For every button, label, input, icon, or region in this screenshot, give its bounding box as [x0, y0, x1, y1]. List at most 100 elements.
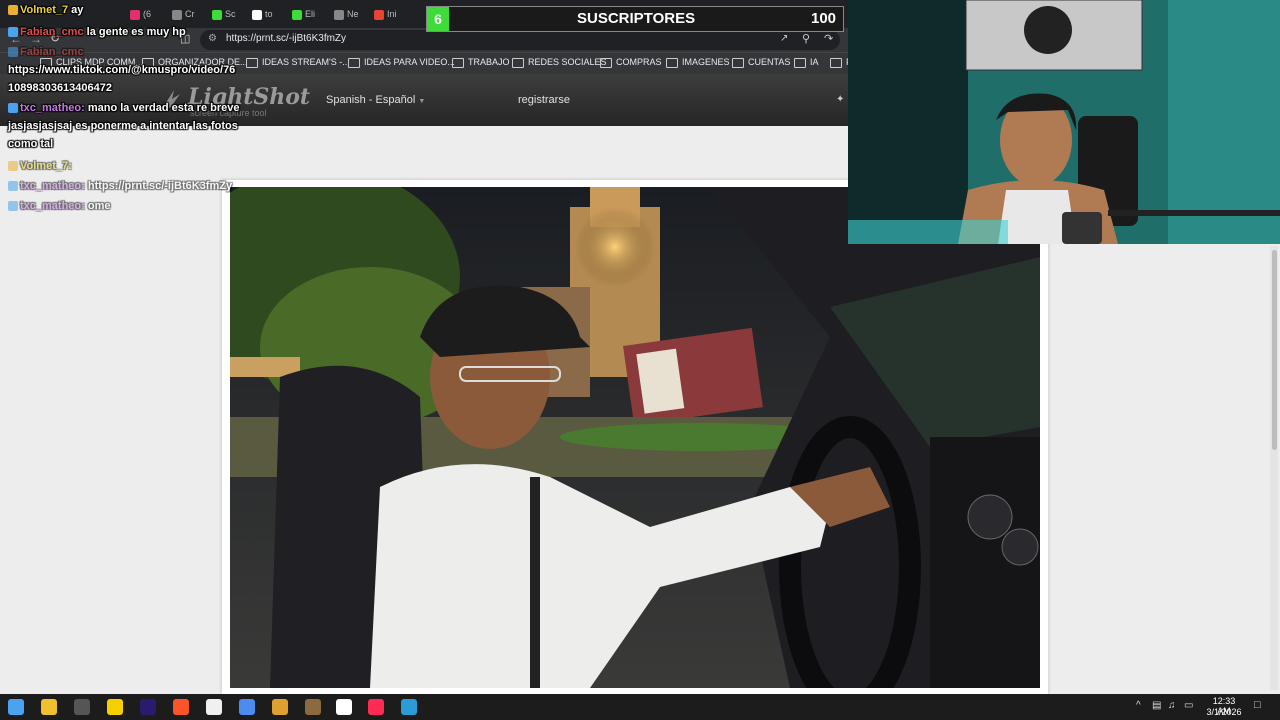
docs-icon[interactable]: [239, 699, 255, 715]
bookmark-item[interactable]: IDEAS PARA VIDEO...: [348, 57, 455, 68]
browser-tab[interactable]: Eli: [292, 4, 315, 24]
bookmark-item[interactable]: CUENTAS: [732, 57, 790, 68]
chat-message: Volmet_7 ay: [8, 4, 83, 16]
notepad-icon[interactable]: [206, 699, 222, 715]
bookmark-item[interactable]: COMPRAS: [600, 57, 662, 68]
user-badge-icon: [8, 201, 18, 212]
folder-icon: [512, 57, 524, 68]
url-text: https://prnt.sc/-ijBt6K3fmZy: [226, 33, 347, 44]
open-external-icon[interactable]: ↗: [780, 33, 788, 44]
folder-icon: [452, 57, 464, 68]
obs-icon[interactable]: [74, 699, 90, 715]
chat-message: Fabian_cmc la gente es muy hp: [8, 26, 186, 38]
bookmark-item[interactable]: IA: [794, 57, 819, 68]
browser-tab[interactable]: Cr: [172, 4, 195, 24]
windows-start-icon[interactable]: [8, 699, 24, 715]
subscriber-label: SUSCRIPTORES: [577, 10, 696, 27]
folder-icon: [830, 57, 842, 68]
chat-username[interactable]: Fabian_cmc: [20, 26, 84, 38]
chat-username[interactable]: Fabian_cmc: [20, 46, 84, 58]
bookmark-item[interactable]: TRABAJO: [452, 57, 510, 68]
chat-text: 10898303613406472: [8, 82, 113, 94]
chat-message: txc_matheo: ome: [8, 200, 110, 212]
network-icon[interactable]: ▤: [1152, 700, 1161, 711]
chat-message: txc_matheo: https://prnt.sc/-ijBt6K3fmZy: [8, 180, 232, 192]
battery-icon[interactable]: ▭: [1184, 700, 1193, 711]
app-orange-icon[interactable]: [272, 699, 288, 715]
user-badge-icon: [8, 5, 18, 16]
bookmark-label: COMPRAS: [616, 57, 662, 67]
chat-text: ay: [71, 4, 84, 16]
bookmark-label: CUENTAS: [748, 57, 791, 67]
clock-date[interactable]: 3/1/2026: [1204, 707, 1244, 717]
user-badge-icon: [8, 103, 18, 114]
browser-tab[interactable]: (6: [130, 4, 151, 24]
site-info-icon[interactable]: ⚙: [208, 33, 217, 44]
language-select[interactable]: Spanish - Español ▼: [326, 94, 425, 106]
scrollbar-thumb[interactable]: [1272, 250, 1277, 450]
user-badge-icon: [8, 47, 18, 58]
chat-username[interactable]: Volmet_7:: [20, 160, 72, 172]
folder-icon: [246, 57, 258, 68]
zoom-icon[interactable]: ⚲: [802, 32, 810, 45]
folder-icon: [794, 57, 806, 68]
browser-globe-icon[interactable]: [401, 699, 417, 715]
chat-message: https://www.tiktok.com/@kmuspro/video/76: [8, 64, 235, 76]
notifications-icon[interactable]: □: [1254, 699, 1261, 711]
folder-icon: [732, 57, 744, 68]
tab-label: Ini: [387, 9, 397, 19]
lightshot-header: LightShot screen capture tool Spanish - …: [0, 74, 848, 126]
url-field[interactable]: ⚙ https://prnt.sc/-ijBt6K3fmZy ↗ ⚲ ↷: [200, 30, 840, 50]
sticky-notes-icon[interactable]: [107, 699, 123, 715]
bookmark-label: IDEAS PARA VIDEO...: [364, 57, 455, 67]
chat-username[interactable]: txc_matheo:: [20, 102, 85, 114]
chat-text: como tal: [8, 138, 54, 150]
capcut-icon[interactable]: [336, 699, 352, 715]
bookmark-label: IDEAS STREAM'S -...: [262, 57, 350, 67]
browser-tab[interactable]: Ne: [334, 4, 359, 24]
tab-label: Cr: [185, 9, 195, 19]
chat-text: https://www.tiktok.com/@kmuspro/video/76: [8, 64, 236, 76]
register-link[interactable]: registrarse: [518, 94, 570, 106]
windows-taskbar: ^ ▤ ♫ ▭ ⚙ 12:33 AM 3/1/2026 □: [0, 694, 1280, 720]
chat-message: Fabian_cmc: [8, 46, 84, 58]
folder-icon: [600, 57, 612, 68]
tiktok-icon[interactable]: [368, 699, 384, 715]
tab-label: (6: [143, 9, 152, 19]
minecraft-icon[interactable]: [305, 699, 321, 715]
chat-username[interactable]: Volmet_7: [20, 4, 68, 16]
language-select-label: Spanish - Español: [326, 94, 416, 106]
chat-message: Volmet_7:: [8, 160, 72, 172]
chevron-down-icon: ▼: [418, 98, 426, 105]
tab-favicon-icon: [334, 9, 344, 20]
browser-tab[interactable]: to: [252, 4, 273, 24]
chat-username[interactable]: txc_matheo:: [20, 180, 85, 192]
tab-favicon-icon: [374, 9, 384, 20]
folder-icon: [666, 57, 678, 68]
tab-favicon-icon: [172, 9, 182, 20]
chat-text: la gente es muy hp: [86, 26, 186, 38]
user-badge-icon: [8, 181, 18, 192]
chat-username[interactable]: txc_matheo:: [20, 200, 85, 212]
bookmark-item[interactable]: REDES SOCIALES: [512, 57, 607, 68]
show-hidden-icons-icon[interactable]: ^: [1136, 700, 1141, 711]
browser-tab[interactable]: Sc: [212, 4, 236, 24]
subscriber-count: 6: [427, 7, 449, 31]
share-icon[interactable]: ↷: [824, 32, 833, 45]
twitter-icon[interactable]: ✦: [836, 94, 846, 105]
brave-icon[interactable]: [173, 699, 189, 715]
bookmark-item[interactable]: IDEAS STREAM'S -...: [246, 57, 350, 68]
volume-icon[interactable]: ♫: [1168, 700, 1176, 711]
file-explorer-icon[interactable]: [41, 699, 57, 715]
bookmark-item[interactable]: IMAGENES: [666, 57, 730, 68]
tab-label: Eli: [305, 9, 316, 19]
tab-favicon-icon: [130, 9, 140, 20]
chat-text: jasjasjasjsaj es ponerme a intentar las …: [8, 120, 238, 132]
tab-favicon-icon: [252, 9, 262, 20]
bookmark-label: TRABAJO: [468, 57, 510, 67]
tab-label: Ne: [347, 9, 359, 19]
browser-tab[interactable]: Ini: [374, 4, 397, 24]
screenshot-image[interactable]: [230, 187, 1040, 688]
folder-icon: [348, 57, 360, 68]
premiere-icon[interactable]: [140, 699, 156, 715]
